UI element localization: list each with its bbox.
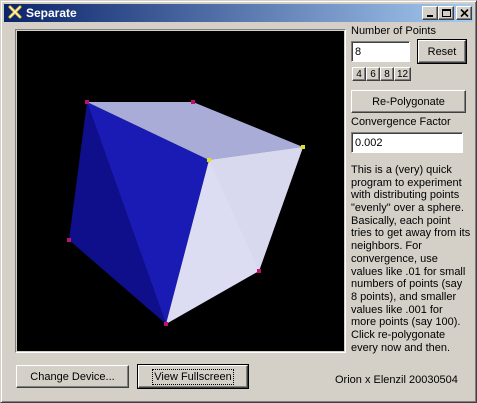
description-line: Click re-polygonate [351,328,446,341]
credit-text: Orion x Elenzil 20030504 [335,374,458,386]
minimize-button[interactable] [422,6,438,20]
vertex-point [67,238,71,242]
description-line: convergence, use [351,252,438,265]
description-line: values like .01 for small [351,265,466,278]
preset-label: 8 [384,68,390,80]
minimize-icon [427,15,433,17]
convergence-factor-input[interactable] [351,132,463,153]
view-fullscreen-button[interactable]: View Fullscreen [137,364,249,389]
close-icon [460,9,469,18]
polyhedron-render [67,100,305,326]
title-bar[interactable]: Separate [4,4,473,22]
reset-button-label: Reset [427,45,457,58]
description-line: program to experiment [351,176,462,189]
num-points-label: Number of Points [351,25,436,37]
window-title: Separate [26,6,77,20]
description-line: Basically, each point [351,214,451,227]
description-line: This is a (very) quick [351,164,452,176]
reset-button[interactable]: Reset [417,39,467,64]
description-line: every now and then. [351,341,451,354]
description-line: tries to get away from its [351,227,471,240]
description-line: values like .001 for [351,303,443,316]
description-line: more points (say 100). [351,316,461,329]
change-device-button[interactable]: Change Device... [16,365,129,388]
close-button[interactable] [456,6,472,20]
description-line: "evenly" over a sphere. [351,202,464,215]
description-line: with distributing points [351,189,460,202]
preset-4-button[interactable]: 4 [352,67,366,81]
preset-label: 4 [356,68,362,80]
vertex-point [191,100,195,104]
vertex-point [257,269,261,273]
num-points-input[interactable] [351,41,410,62]
preset-label: 6 [370,68,376,80]
viewport-frame [15,29,346,353]
3d-viewport[interactable] [17,31,344,351]
description-line: neighbors. For [351,240,422,253]
description-line: 8 points), and smaller [351,290,457,303]
description-line: numbers of points (say [351,278,463,291]
view-fullscreen-button-label: View Fullscreen [152,368,234,385]
app-x-icon[interactable] [8,5,22,19]
vertex-point [207,158,211,162]
preset-label: 12 [396,68,409,80]
repolygonate-button-label: Re-Polygonate [372,95,445,108]
maximize-button[interactable] [438,6,454,20]
vertex-point [85,100,89,104]
preset-6-button[interactable]: 6 [366,67,380,81]
preset-8-button[interactable]: 8 [380,67,394,81]
maximize-icon [442,9,451,17]
vertex-point [164,322,168,326]
app-window: Separate Number of Points 8 Reset 4 6 8 … [0,0,477,403]
preset-12-button[interactable]: 12 [394,67,411,81]
vertex-point [301,145,305,149]
convergence-factor-label: Convergence Factor [351,116,451,128]
description-text: This is a (very) quick program to experi… [351,164,471,354]
repolygonate-button[interactable]: Re-Polygonate [351,90,466,113]
change-device-button-label: Change Device... [30,370,115,383]
